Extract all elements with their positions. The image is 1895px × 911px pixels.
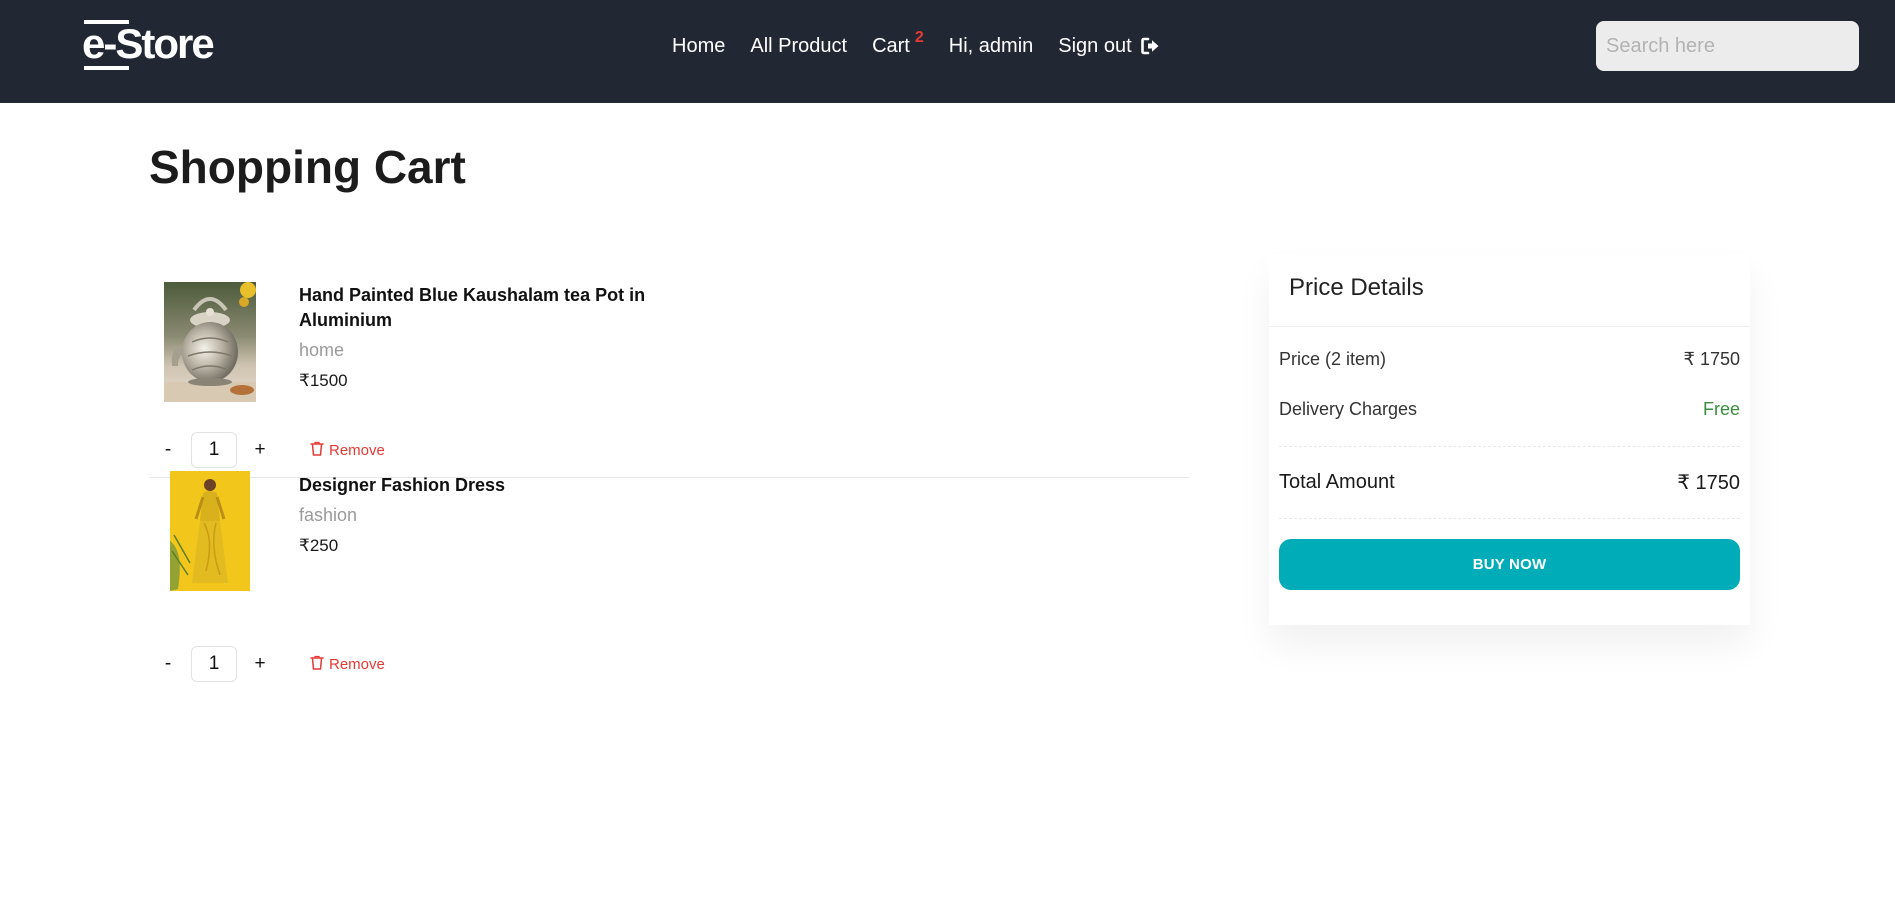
main-nav: Home All Product Cart 2 Hi, admin Sign o…: [672, 29, 1160, 62]
decrease-quantity-button[interactable]: -: [150, 432, 186, 468]
dress-image[interactable]: [170, 471, 250, 591]
teapot-image[interactable]: [164, 282, 256, 402]
item-category: fashion: [299, 505, 358, 525]
cart-count-badge: 2: [914, 29, 924, 46]
quantity-stepper: - 1 + Remove: [149, 646, 385, 682]
logo-bar-bottom: [84, 66, 129, 70]
search-input[interactable]: [1596, 21, 1859, 71]
item-name[interactable]: Hand Painted Blue Kaushalam tea Pot in A…: [299, 283, 669, 333]
total-value: ₹ 1750: [1677, 472, 1740, 494]
increase-quantity-button[interactable]: +: [242, 646, 278, 682]
remove-button[interactable]: Remove: [310, 655, 385, 674]
delivery-value: Free: [1702, 399, 1740, 419]
nav-all-product-link[interactable]: All Product: [750, 35, 847, 58]
increase-quantity-button[interactable]: +: [242, 432, 278, 468]
total-label: Total Amount: [1279, 471, 1395, 493]
price-details-body: Price (2 item) ₹ 1750 Delivery Charges F…: [1269, 347, 1750, 590]
nav-cart-link[interactable]: Cart 2: [872, 29, 924, 58]
quantity-value[interactable]: 1: [191, 646, 237, 682]
price-details-card: Price Details Price (2 item) ₹ 1750 Deli…: [1269, 255, 1750, 625]
item-name[interactable]: Designer Fashion Dress: [299, 473, 669, 498]
remove-label: Remove: [329, 655, 385, 673]
item-category: home: [299, 340, 345, 360]
logo-text: e-Store: [82, 20, 215, 67]
navbar: e-Store Home All Product Cart 2 Hi, admi…: [0, 0, 1895, 103]
quantity-value[interactable]: 1: [191, 432, 237, 468]
price-label: Price (2 item): [1279, 349, 1387, 369]
sign-out-icon: [1140, 37, 1160, 55]
cart-item: Designer Fashion Dress fashion ₹250 - 1 …: [149, 471, 1189, 694]
price-details-title: Price Details: [1269, 255, 1750, 327]
price-value: ₹ 1750: [1683, 349, 1741, 369]
remove-label: Remove: [329, 441, 385, 459]
item-price: ₹250: [299, 536, 339, 555]
item-info: Designer Fashion Dress fashion ₹250: [299, 473, 669, 558]
item-price: ₹1500: [299, 371, 348, 390]
delivery-label: Delivery Charges: [1279, 399, 1418, 419]
decrease-quantity-button[interactable]: -: [150, 646, 186, 682]
sign-out-label: Sign out: [1058, 34, 1132, 57]
sign-out-link[interactable]: Sign out: [1058, 35, 1159, 58]
remove-button[interactable]: Remove: [310, 441, 385, 460]
trash-icon: [310, 441, 324, 460]
quantity-stepper: - 1 + Remove: [149, 432, 385, 468]
cart-list: Hand Painted Blue Kaushalam tea Pot in A…: [149, 262, 1189, 694]
nav-home-link[interactable]: Home: [672, 35, 725, 58]
total-row: Total Amount ₹ 1750: [1279, 447, 1740, 519]
price-row: Price (2 item) ₹ 1750: [1279, 347, 1740, 372]
user-greeting[interactable]: Hi, admin: [949, 35, 1033, 58]
buy-now-button[interactable]: BUY NOW: [1279, 539, 1740, 590]
page-title: Shopping Cart: [149, 141, 466, 193]
trash-icon: [310, 655, 324, 674]
delivery-row: Delivery Charges Free: [1279, 397, 1740, 422]
logo[interactable]: e-Store: [82, 20, 215, 72]
cart-item: Hand Painted Blue Kaushalam tea Pot in A…: [149, 262, 1189, 478]
item-info: Hand Painted Blue Kaushalam tea Pot in A…: [299, 283, 669, 393]
nav-cart-label: Cart: [872, 34, 910, 57]
